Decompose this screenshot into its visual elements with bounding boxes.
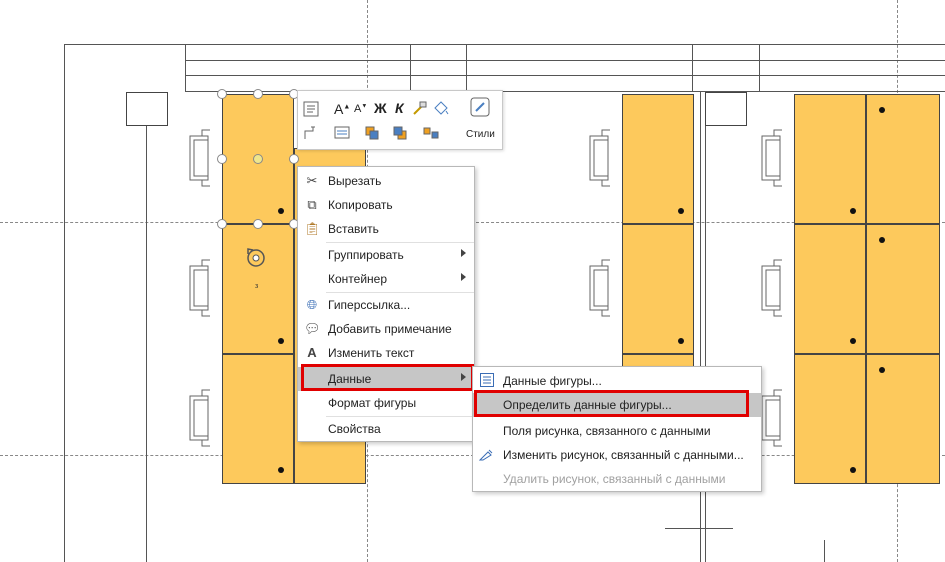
chair-icon (189, 259, 210, 317)
menu-item-properties[interactable]: Свойства (298, 417, 474, 441)
menu-item-group[interactable]: Группировать (298, 243, 474, 267)
shape-fill-icon[interactable] (432, 100, 450, 116)
wall (824, 540, 825, 562)
menu-item-data-graphic-fields[interactable]: Поля рисунка, связанного с данными (473, 419, 761, 443)
shape-text: з (255, 283, 259, 290)
menu-item-copy[interactable]: ⧉ Копировать (298, 193, 474, 217)
rotate-handle-icon[interactable] (244, 246, 268, 270)
copy-icon: ⧉ (307, 197, 317, 212)
rotation-pivot-handle[interactable] (253, 154, 263, 164)
menu-item-remove-data-graphic: Удалить рисунок, связанный с данными (503, 472, 726, 486)
wall (410, 44, 411, 91)
menu-item-hyperlink[interactable]: 🌐︎ Гиперссылка... (298, 293, 474, 317)
edit-graphic-icon (478, 447, 495, 463)
wall (692, 44, 693, 91)
scissors-icon: ✂ (306, 173, 318, 188)
italic-button[interactable]: К (395, 100, 404, 116)
context-menu: ✂ Вырезать ⧉ Копировать 📋︎ Вставить Груп… (297, 166, 475, 442)
text-block-icon[interactable] (303, 101, 319, 117)
chair-icon (761, 389, 782, 447)
mini-toolbar: A▲ A▼ Ж К Стили (297, 90, 503, 150)
menu-item-container[interactable]: Контейнер (298, 267, 474, 291)
menu-item-edit-text[interactable]: A Изменить текст (298, 341, 474, 365)
wall (466, 44, 467, 91)
selection-handle[interactable] (217, 154, 227, 164)
bring-forward-icon[interactable] (364, 125, 384, 141)
menu-item-format-shape[interactable]: Формат фигуры (298, 391, 474, 415)
desk-shape[interactable] (622, 224, 694, 354)
chair-icon (589, 129, 610, 187)
desk-shape[interactable] (866, 94, 940, 224)
chair-icon (189, 389, 210, 447)
wall (185, 75, 945, 76)
menu-item-edit-data-graphic[interactable]: Изменить рисунок, связанный с данными... (473, 443, 761, 467)
submenu-arrow-icon (461, 373, 466, 381)
desk-shape[interactable] (222, 354, 294, 484)
menu-item-data[interactable]: Данные (298, 367, 474, 391)
chair-icon (761, 129, 782, 187)
desk-shape[interactable] (794, 94, 866, 224)
arrange-icon[interactable] (422, 125, 446, 141)
shape-data-icon (479, 373, 495, 389)
selection-handle[interactable] (253, 89, 263, 99)
selection-handle[interactable] (289, 154, 299, 164)
chair-icon (589, 259, 610, 317)
desk-shape[interactable] (866, 224, 940, 354)
desk-shape[interactable] (794, 354, 866, 484)
font-grow-button[interactable]: A▲ (334, 101, 350, 117)
connector-icon[interactable] (303, 125, 319, 141)
desk-shape[interactable] (866, 354, 940, 484)
column-block (126, 92, 168, 126)
wall (665, 528, 733, 529)
data-submenu: Данные фигуры... Определить данные фигур… (472, 366, 762, 492)
line-style-icon[interactable] (334, 125, 354, 141)
hyperlink-icon: 🌐︎ (306, 297, 318, 312)
menu-item-paste[interactable]: 📋︎ Вставить (298, 217, 474, 241)
selection-handle[interactable] (217, 89, 227, 99)
send-backward-icon[interactable] (392, 125, 412, 141)
text-a-icon: A (307, 345, 317, 360)
menu-item-define-shape-data[interactable]: Определить данные фигуры... (473, 393, 761, 417)
wall (185, 60, 945, 61)
wall (759, 44, 760, 91)
wall (64, 44, 65, 562)
submenu-arrow-icon (461, 249, 466, 257)
wall (64, 44, 945, 45)
selection-handle[interactable] (253, 219, 263, 229)
bold-button[interactable]: Ж (374, 100, 387, 116)
font-shrink-button[interactable]: A▼ (354, 103, 367, 115)
chair-icon (189, 129, 210, 187)
desk-shape[interactable] (622, 94, 694, 224)
styles-label[interactable]: Стили (466, 129, 495, 140)
menu-item-add-comment[interactable]: 💬︎ Добавить примечание (298, 317, 474, 341)
paste-icon: 📋︎ (304, 221, 321, 236)
wall (185, 44, 186, 91)
menu-item-cut[interactable]: ✂ Вырезать (298, 169, 474, 193)
styles-icon[interactable] (470, 97, 492, 119)
comment-icon: 💬︎ (304, 321, 321, 336)
menu-item-shape-data[interactable]: Данные фигуры... (473, 369, 761, 393)
column-block (705, 92, 747, 126)
desk-shape[interactable] (794, 224, 866, 354)
chair-icon (761, 259, 782, 317)
format-painter-icon[interactable] (412, 100, 428, 116)
wall (146, 125, 147, 562)
submenu-arrow-icon (461, 273, 466, 281)
selection-handle[interactable] (217, 219, 227, 229)
